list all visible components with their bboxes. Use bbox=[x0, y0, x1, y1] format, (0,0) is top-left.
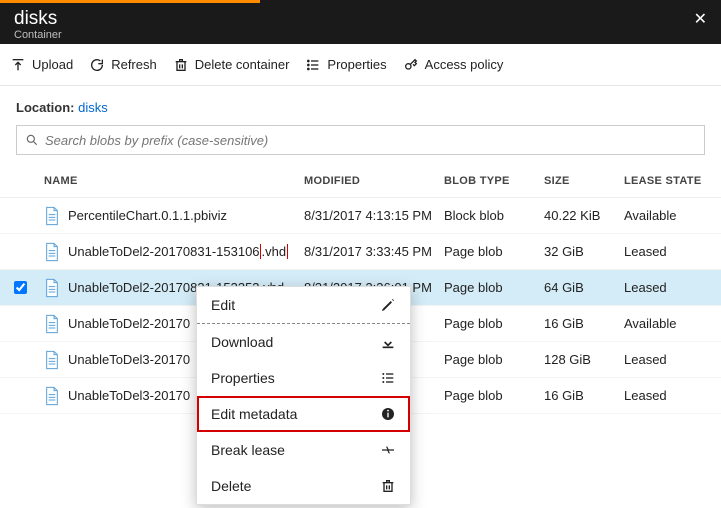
key-icon bbox=[403, 57, 419, 73]
cell-blobtype: Page blob bbox=[440, 244, 540, 259]
blob-name: UnableToDel2-20170 bbox=[68, 316, 190, 331]
cell-size: 40.22 KiB bbox=[540, 208, 620, 223]
file-icon bbox=[44, 278, 60, 298]
trash-icon bbox=[380, 478, 396, 494]
properties-label: Properties bbox=[327, 57, 386, 72]
cell-lease: Available bbox=[620, 208, 720, 223]
search-input[interactable] bbox=[45, 133, 696, 148]
trash-icon bbox=[173, 57, 189, 73]
cell-lease: Leased bbox=[620, 280, 720, 295]
breadcrumb: Location: disks bbox=[0, 86, 721, 125]
refresh-label: Refresh bbox=[111, 57, 157, 72]
table-row[interactable]: PercentileChart.0.1.1.pbiviz 8/31/2017 4:… bbox=[0, 198, 721, 234]
blade-header: disks Container ✕ bbox=[0, 0, 721, 44]
cell-blobtype: Block blob bbox=[440, 208, 540, 223]
download-icon bbox=[380, 334, 396, 350]
close-icon[interactable]: ✕ bbox=[694, 9, 707, 29]
table-header: NAME MODIFIED BLOB TYPE SIZE LEASE STATE bbox=[0, 165, 721, 198]
cell-lease: Available bbox=[620, 316, 720, 331]
cm-properties[interactable]: Properties bbox=[197, 360, 410, 396]
row-checkbox[interactable] bbox=[14, 281, 27, 294]
cm-edit-metadata-label: Edit metadata bbox=[211, 406, 297, 422]
properties-button[interactable]: Properties bbox=[305, 57, 386, 73]
cell-size: 128 GiB bbox=[540, 352, 620, 367]
table-row[interactable]: UnableToDel2-20170831-153106.vhd 8/31/201… bbox=[0, 234, 721, 270]
file-icon bbox=[44, 242, 60, 262]
cell-modified: 8/31/2017 4:13:15 PM bbox=[300, 208, 440, 223]
blob-name: PercentileChart.0.1.1.pbiviz bbox=[68, 208, 227, 223]
cell-blobtype: Page blob bbox=[440, 316, 540, 331]
break-icon bbox=[380, 442, 396, 458]
delete-container-button[interactable]: Delete container bbox=[173, 57, 290, 73]
cell-lease: Leased bbox=[620, 352, 720, 367]
blob-name: UnableToDel2-20170831-153106.vhd bbox=[68, 244, 288, 259]
cell-blobtype: Page blob bbox=[440, 388, 540, 403]
upload-icon bbox=[10, 57, 26, 73]
file-icon bbox=[44, 350, 60, 370]
col-blobtype[interactable]: BLOB TYPE bbox=[440, 175, 540, 187]
highlight-suffix: .vhd bbox=[260, 244, 289, 259]
refresh-button[interactable]: Refresh bbox=[89, 57, 157, 73]
search-wrap bbox=[0, 125, 721, 165]
upload-label: Upload bbox=[32, 57, 73, 72]
blob-name: UnableToDel3-20170 bbox=[68, 388, 190, 403]
access-policy-label: Access policy bbox=[425, 57, 504, 72]
file-icon bbox=[44, 386, 60, 406]
title-block: disks Container bbox=[14, 9, 62, 41]
blade-title: disks bbox=[14, 9, 62, 29]
pencil-icon bbox=[380, 297, 396, 313]
cell-size: 16 GiB bbox=[540, 388, 620, 403]
cm-download-label: Download bbox=[211, 334, 273, 350]
location-label: Location: bbox=[16, 100, 75, 115]
col-modified[interactable]: MODIFIED bbox=[300, 175, 440, 187]
cell-lease: Leased bbox=[620, 244, 720, 259]
cm-edit-metadata[interactable]: Edit metadata bbox=[197, 396, 410, 432]
cm-break-lease[interactable]: Break lease bbox=[197, 432, 410, 468]
upload-button[interactable]: Upload bbox=[10, 57, 73, 73]
list-icon bbox=[380, 370, 396, 386]
cell-size: 32 GiB bbox=[540, 244, 620, 259]
blob-name: UnableToDel3-20170 bbox=[68, 352, 190, 367]
search-box[interactable] bbox=[16, 125, 705, 155]
cm-download[interactable]: Download bbox=[197, 324, 410, 360]
cell-size: 16 GiB bbox=[540, 316, 620, 331]
toolbar: Upload Refresh Delete container Properti… bbox=[0, 44, 721, 86]
cell-blobtype: Page blob bbox=[440, 352, 540, 367]
cell-size: 64 GiB bbox=[540, 280, 620, 295]
col-name[interactable]: NAME bbox=[40, 175, 300, 187]
col-size[interactable]: SIZE bbox=[540, 175, 620, 187]
info-icon bbox=[380, 406, 396, 422]
cm-delete[interactable]: Delete bbox=[197, 468, 410, 504]
cell-modified: 8/31/2017 3:33:45 PM bbox=[300, 244, 440, 259]
file-icon bbox=[44, 314, 60, 334]
cell-blobtype: Page blob bbox=[440, 280, 540, 295]
context-menu: Edit Download Properties Edit metadata B… bbox=[196, 286, 411, 505]
search-icon bbox=[25, 133, 39, 147]
cm-break-lease-label: Break lease bbox=[211, 442, 285, 458]
access-policy-button[interactable]: Access policy bbox=[403, 57, 504, 73]
col-lease[interactable]: LEASE STATE bbox=[620, 175, 720, 187]
delete-container-label: Delete container bbox=[195, 57, 290, 72]
cm-edit-label: Edit bbox=[211, 297, 235, 313]
cm-properties-label: Properties bbox=[211, 370, 275, 386]
list-icon bbox=[305, 57, 321, 73]
blade-subtitle: Container bbox=[14, 29, 62, 41]
file-icon bbox=[44, 206, 60, 226]
cm-delete-label: Delete bbox=[211, 478, 251, 494]
refresh-icon bbox=[89, 57, 105, 73]
cell-lease: Leased bbox=[620, 388, 720, 403]
location-link[interactable]: disks bbox=[78, 100, 108, 115]
cm-edit[interactable]: Edit bbox=[197, 287, 410, 324]
